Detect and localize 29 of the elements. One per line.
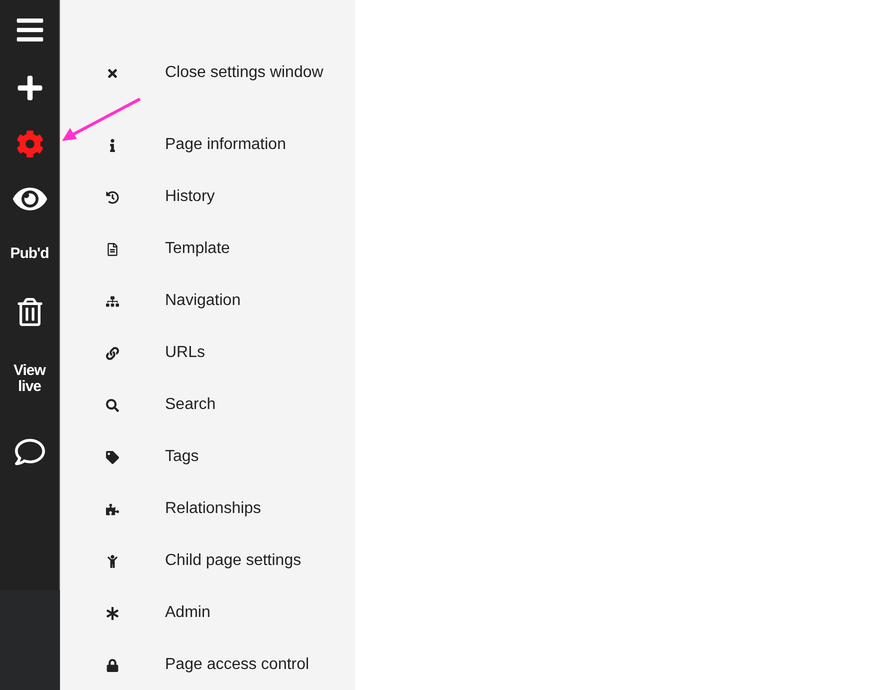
sitemap-icon — [106, 294, 119, 308]
menu-item[interactable]: Relationships — [165, 500, 262, 518]
settings-icon[interactable] — [16, 130, 44, 158]
link-icon — [106, 346, 119, 360]
puzzle-piece-icon — [106, 502, 119, 516]
speech-bubble-icon[interactable] — [14, 437, 44, 467]
menu-item[interactable]: Search — [165, 396, 216, 414]
search-icon — [106, 398, 119, 412]
tag-icon — [106, 450, 119, 464]
menu-item[interactable]: URLs — [165, 344, 206, 362]
asterisk-icon — [106, 606, 119, 620]
sidebar-item[interactable]: Pub'd — [10, 246, 50, 262]
child-icon — [106, 554, 119, 568]
document-icon — [106, 242, 119, 256]
menu-item[interactable]: Admin — [165, 604, 210, 622]
menu-item[interactable]: Page access control — [165, 656, 310, 674]
menu-item[interactable]: History — [165, 188, 215, 206]
history-icon — [106, 190, 119, 204]
lock-icon — [106, 658, 119, 672]
close-icon — [106, 66, 119, 80]
menu-item[interactable]: Navigation — [165, 292, 241, 310]
menu-item[interactable]: Page information — [165, 136, 286, 154]
sidebar-item[interactable]: View live — [10, 362, 50, 394]
trash-icon[interactable] — [16, 298, 44, 326]
menu-item[interactable]: Template — [165, 240, 230, 258]
plus-icon[interactable] — [16, 74, 44, 102]
menu-item[interactable]: Child page settings — [165, 552, 302, 570]
menu-item[interactable]: Close settings window — [165, 64, 324, 82]
menu-item[interactable]: Tags — [165, 448, 199, 466]
